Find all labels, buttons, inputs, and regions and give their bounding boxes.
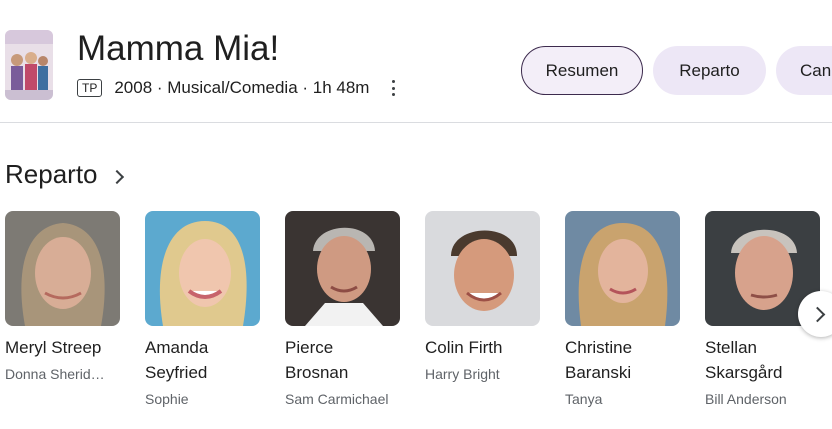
rating-badge: TP (77, 79, 103, 97)
cast-role: Tanya (565, 391, 603, 407)
cast-photo (145, 211, 260, 326)
movie-info: 2008 · Musical/Comedia · 1h 48m (114, 78, 370, 97)
movie-title: Mamma Mia! (77, 29, 280, 68)
cast-role: Bill Anderson (705, 391, 787, 407)
cast-name: Meryl Streep (5, 338, 102, 357)
cast-role: Sophie (145, 391, 189, 407)
cast-name: Pierce Brosnan (285, 338, 349, 382)
cast-role: Donna Sherid… (5, 366, 105, 382)
cast-card[interactable]: Colin Firth Harry Bright (425, 211, 540, 407)
cast-card[interactable]: Christine Baranski Tanya (565, 211, 680, 407)
chevron-right-icon (109, 169, 124, 184)
movie-meta: TP 2008 · Musical/Comedia · 1h 48m (77, 78, 369, 98)
tab-reparto[interactable]: Reparto (653, 46, 766, 95)
cast-name: Colin Firth (425, 338, 503, 357)
cast-name: Amanda Seyfried (145, 338, 209, 382)
tab-bar: Resumen Reparto Can (521, 46, 832, 95)
movie-poster[interactable] (5, 30, 53, 100)
cast-name: Christine Baranski (565, 338, 633, 382)
cast-card[interactable]: Amanda Seyfried Sophie (145, 211, 260, 407)
cast-name: Stellan Skarsgård (705, 338, 783, 382)
tab-canciones[interactable]: Can (776, 46, 832, 95)
cast-photo (565, 211, 680, 326)
section-title-text: Reparto (5, 159, 98, 189)
cast-role: Harry Bright (425, 366, 500, 382)
tab-resumen[interactable]: Resumen (521, 46, 643, 95)
cast-photo (5, 211, 120, 326)
cast-card[interactable]: Pierce Brosnan Sam Carmichael (285, 211, 400, 407)
cast-photo (425, 211, 540, 326)
cast-photo (285, 211, 400, 326)
section-title-reparto[interactable]: Reparto (5, 159, 124, 190)
chevron-right-icon (809, 306, 826, 322)
movie-header: Mamma Mia! TP 2008 · Musical/Comedia · 1… (0, 0, 832, 123)
cast-card[interactable]: Meryl Streep Donna Sherid… (5, 211, 120, 407)
cast-role: Sam Carmichael (285, 391, 389, 407)
cast-carousel: Meryl Streep Donna Sherid… Amanda Seyfri… (5, 211, 820, 407)
more-vert-icon[interactable] (385, 79, 401, 97)
